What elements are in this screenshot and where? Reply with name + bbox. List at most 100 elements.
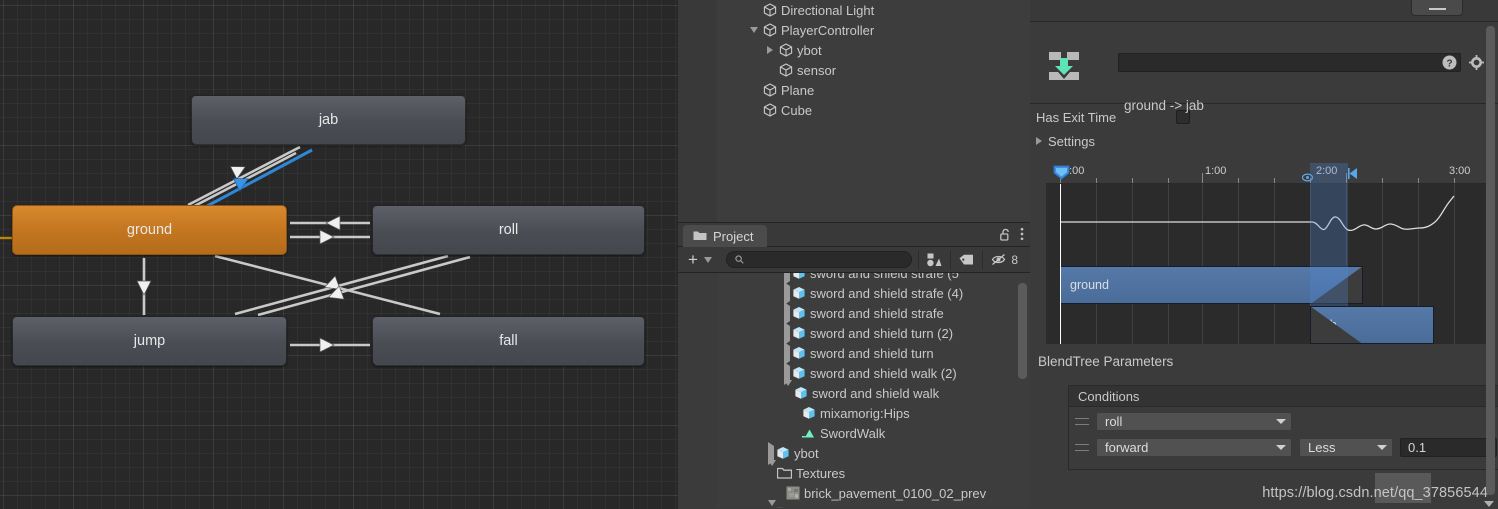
prefab-icon	[790, 306, 807, 320]
condition-row[interactable]: forward Less 0.1	[1069, 437, 1498, 458]
scroll-down-arrow-icon[interactable]	[1484, 501, 1494, 507]
project-item[interactable]: brick_pavement_0100_02_prev	[678, 483, 1030, 503]
unity-editor-window: jab ground roll jump fall Directional Li…	[0, 0, 1498, 509]
hierarchy-item[interactable]: Directional Light	[717, 0, 1030, 20]
project-item[interactable]: sword and shield walk	[678, 379, 1030, 403]
inspector-scrollbar[interactable]	[1485, 26, 1496, 495]
project-item[interactable]: Textures	[678, 459, 1030, 483]
hierarchy-item[interactable]: sensor	[717, 60, 1030, 80]
project-asset-list[interactable]: sword and shield strafe (5 sword and shie…	[678, 273, 1030, 508]
hierarchy-list[interactable]: Directional Light PlayerController ybot sen…	[717, 0, 1030, 222]
inspector-header-icons[interactable]: ?	[1442, 55, 1484, 75]
timeline-clips[interactable]: ground jab	[1046, 266, 1488, 344]
condition-parameter-dropdown[interactable]: roll	[1096, 412, 1292, 431]
inspector-scrollbar-thumb[interactable]	[1486, 26, 1495, 495]
project-item[interactable]: sword and shield walk (2)	[678, 361, 1030, 385]
prefab-icon	[792, 386, 809, 400]
chevron-down-icon[interactable]	[768, 459, 776, 481]
tab-project[interactable]: Project	[683, 225, 768, 247]
clip-fade-in	[1311, 307, 1361, 343]
timeline-playhead-handle[interactable]	[1053, 165, 1070, 180]
project-item[interactable]: sword and shield turn	[678, 341, 1030, 365]
inspector-panel[interactable]: ? ground -> jab Has Exit Time Settings 0…	[1030, 0, 1498, 509]
condition-parameter-dropdown[interactable]: forward	[1096, 438, 1292, 457]
item-label: sword and shield strafe	[810, 305, 944, 321]
chevron-down-icon	[703, 256, 712, 263]
project-item[interactable]: mixamorig:Hips	[678, 403, 1030, 423]
transition-timeline[interactable]: 0:00 1:00 2:00 3:00 ground	[1046, 163, 1488, 347]
project-panel[interactable]: Project + 8 sword and shield strafe (5 s…	[678, 222, 1030, 509]
condition-threshold-field[interactable]: 0.1	[1400, 438, 1497, 457]
chevron-down-icon	[1276, 419, 1286, 424]
label-filter-icon[interactable]	[950, 250, 982, 269]
lock-open-icon[interactable]	[1000, 228, 1011, 246]
hierarchy-panel[interactable]: Directional Light PlayerController ybot sen…	[678, 0, 1030, 222]
condition-comparison-value: Less	[1308, 440, 1336, 455]
project-scrollbar[interactable]	[1017, 277, 1028, 504]
project-item[interactable]: ybot	[678, 441, 1030, 465]
state-node-fall[interactable]: fall	[372, 316, 645, 366]
gameobject-icon	[761, 3, 778, 17]
item-label: brick_pavement_0100_02_prev	[804, 485, 987, 501]
item-label: sword and shield turn	[810, 345, 934, 361]
create-asset-button[interactable]: +	[682, 251, 718, 269]
timeline-ruler[interactable]: 0:00 1:00 2:00 3:00	[1046, 163, 1488, 184]
svg-text:?: ?	[1446, 58, 1452, 69]
conditions-list[interactable]: roll forward Less 0.1	[1068, 407, 1498, 470]
chevron-down-icon[interactable]	[747, 27, 761, 33]
transition-name-field[interactable]	[1118, 53, 1461, 72]
chevron-down-icon	[1276, 445, 1286, 450]
animator-graph-canvas[interactable]: jab ground roll jump fall	[0, 0, 678, 509]
state-node-ground[interactable]: ground	[12, 205, 287, 255]
state-node-jump[interactable]: jump	[12, 316, 287, 366]
project-item[interactable]: SwordWalk	[678, 423, 1030, 443]
blendtree-parameters-label: BlendTree Parameters	[1038, 354, 1174, 369]
condition-comparison-dropdown[interactable]: Less	[1299, 438, 1393, 457]
project-item[interactable]: sword and shield strafe (4)	[678, 281, 1030, 305]
state-node-roll[interactable]: roll	[372, 205, 645, 255]
chevron-right-icon[interactable]	[763, 46, 777, 54]
minimize-button[interactable]	[1411, 0, 1463, 16]
item-label: sword and shield walk	[812, 385, 940, 401]
hierarchy-item[interactable]: Cube	[717, 100, 1030, 120]
hierarchy-item[interactable]: Plane	[717, 80, 1030, 100]
gameobject-icon	[761, 83, 778, 97]
gear-icon[interactable]	[1469, 55, 1484, 75]
project-item[interactable]: sword and shield strafe	[678, 301, 1030, 325]
condition-row[interactable]: roll	[1069, 411, 1498, 432]
root-motion-curve	[1060, 195, 1455, 232]
project-item[interactable]: sword and shield strafe (5	[678, 273, 1030, 285]
hidden-count-label: 8	[1011, 252, 1018, 267]
state-node-jab[interactable]: jab	[191, 95, 466, 145]
project-scrollbar-thumb[interactable]	[1018, 283, 1027, 379]
search-field[interactable]	[748, 253, 904, 266]
prefab-icon	[774, 446, 791, 460]
timeline-curve-graph	[1046, 184, 1488, 266]
project-item[interactable]: Models	[678, 499, 1030, 508]
timeline-end-marker-icon[interactable]	[1348, 167, 1358, 185]
project-item[interactable]: sword and shield turn (2)	[678, 321, 1030, 345]
gameobject-icon	[777, 63, 794, 77]
prefab-icon	[790, 273, 807, 280]
hierarchy-item[interactable]: ybot	[717, 40, 1030, 60]
help-icon[interactable]: ?	[1442, 55, 1457, 75]
drag-handle-icon[interactable]	[1075, 416, 1089, 427]
project-toolbar[interactable]: + 8	[678, 247, 1030, 273]
hierarchy-item[interactable]: PlayerController	[717, 20, 1030, 40]
search-icon	[735, 251, 744, 269]
project-tabbar: Project	[678, 223, 1030, 247]
has-exit-time-row[interactable]: Has Exit Time	[1030, 104, 1498, 130]
timeline-clip-destination[interactable]: jab	[1310, 306, 1434, 344]
item-label: Directional Light	[781, 2, 875, 18]
hidden-packages-toggle[interactable]: 8	[982, 250, 1026, 269]
drag-handle-icon[interactable]	[1075, 442, 1089, 453]
kebab-menu-icon[interactable]	[1020, 227, 1024, 246]
search-input[interactable]	[725, 251, 913, 269]
folder-icon	[776, 507, 793, 508]
project-tab-actions[interactable]	[1000, 227, 1024, 246]
avatar-filter-icon[interactable]	[918, 250, 950, 269]
chevron-down-icon[interactable]	[784, 379, 792, 401]
chevron-down-icon[interactable]	[768, 499, 776, 508]
item-label: sword and shield turn (2)	[810, 325, 954, 341]
settings-foldout[interactable]: Settings	[1030, 130, 1498, 152]
